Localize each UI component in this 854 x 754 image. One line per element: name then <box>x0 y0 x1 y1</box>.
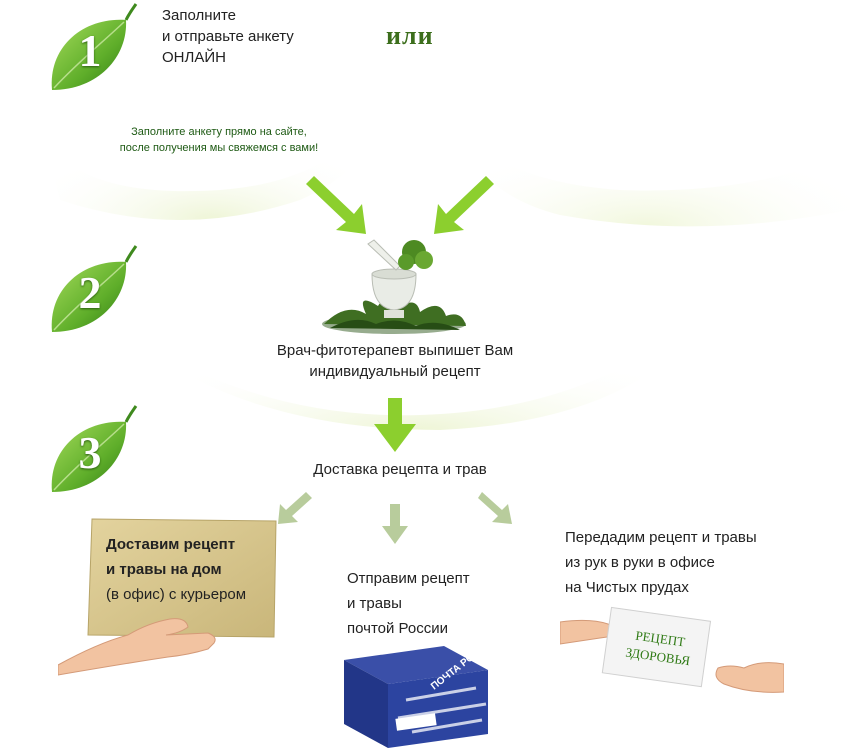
or-separator: или <box>386 21 434 50</box>
step-1-leaf-icon: 1 <box>48 2 138 92</box>
office-option-line: из рук в руки в офисе <box>565 554 715 571</box>
step-3-number: 3 <box>78 427 102 478</box>
post-option-line: почтой России <box>347 620 448 637</box>
step-1-line: ОНЛАЙН <box>162 49 226 66</box>
step-2-line: Врач-фитотерапевт выпишет Вам <box>276 342 514 359</box>
step-2-leaf-icon: 2 <box>48 244 138 334</box>
office-option-line: на Чистых прудах <box>565 579 689 596</box>
post-option-line: Отправим рецепт <box>347 570 470 587</box>
delivery-title: Доставка рецепта и трав <box>313 461 487 478</box>
office-option-line: Передадим рецепт и травы <box>565 529 757 546</box>
online-form-note-line: Заполните анкету прямо на сайте, <box>131 126 307 138</box>
delivery-arrows-icon <box>278 492 512 544</box>
converging-arrows-icon <box>306 176 494 234</box>
step-3-leaf-icon: 3 <box>48 404 138 494</box>
step-1-text: Заполните и отправьте анкету ОНЛАЙН <box>162 5 294 68</box>
step-1-line: и отправьте анкету <box>162 28 294 45</box>
courier-option-title: и травы на дом <box>106 561 222 578</box>
courier-option-note: (в офис) с курьером <box>106 586 247 603</box>
office-option-text: Передадим рецепт и травы из рук в руки в… <box>565 525 757 600</box>
mortar-herbs-image <box>322 239 466 334</box>
courier-option-text: Доставим рецепт и травы на дом (в офис) … <box>106 532 276 607</box>
online-form-note-line: после получения мы свяжемся с вами! <box>119 142 319 154</box>
arrow-down-icon <box>374 398 416 452</box>
step-2-text: Врач-фитотерапевт выпишет Вам индивидуал… <box>250 340 540 382</box>
courier-option-title: Доставим рецепт <box>106 536 236 553</box>
step-1-number: 1 <box>78 25 102 76</box>
post-parcel-image: ПОЧТА РОССИИ <box>344 640 496 748</box>
online-form-note[interactable]: Заполните анкету прямо на сайте, после п… <box>88 124 350 156</box>
post-option-text: Отправим рецепт и травы почтой России <box>347 566 470 641</box>
step-2-line: индивидуальный рецепт <box>309 363 481 380</box>
step-1-line: Заполните <box>162 7 236 24</box>
post-option-line: и травы <box>347 595 402 612</box>
step-2-number: 2 <box>78 267 102 318</box>
